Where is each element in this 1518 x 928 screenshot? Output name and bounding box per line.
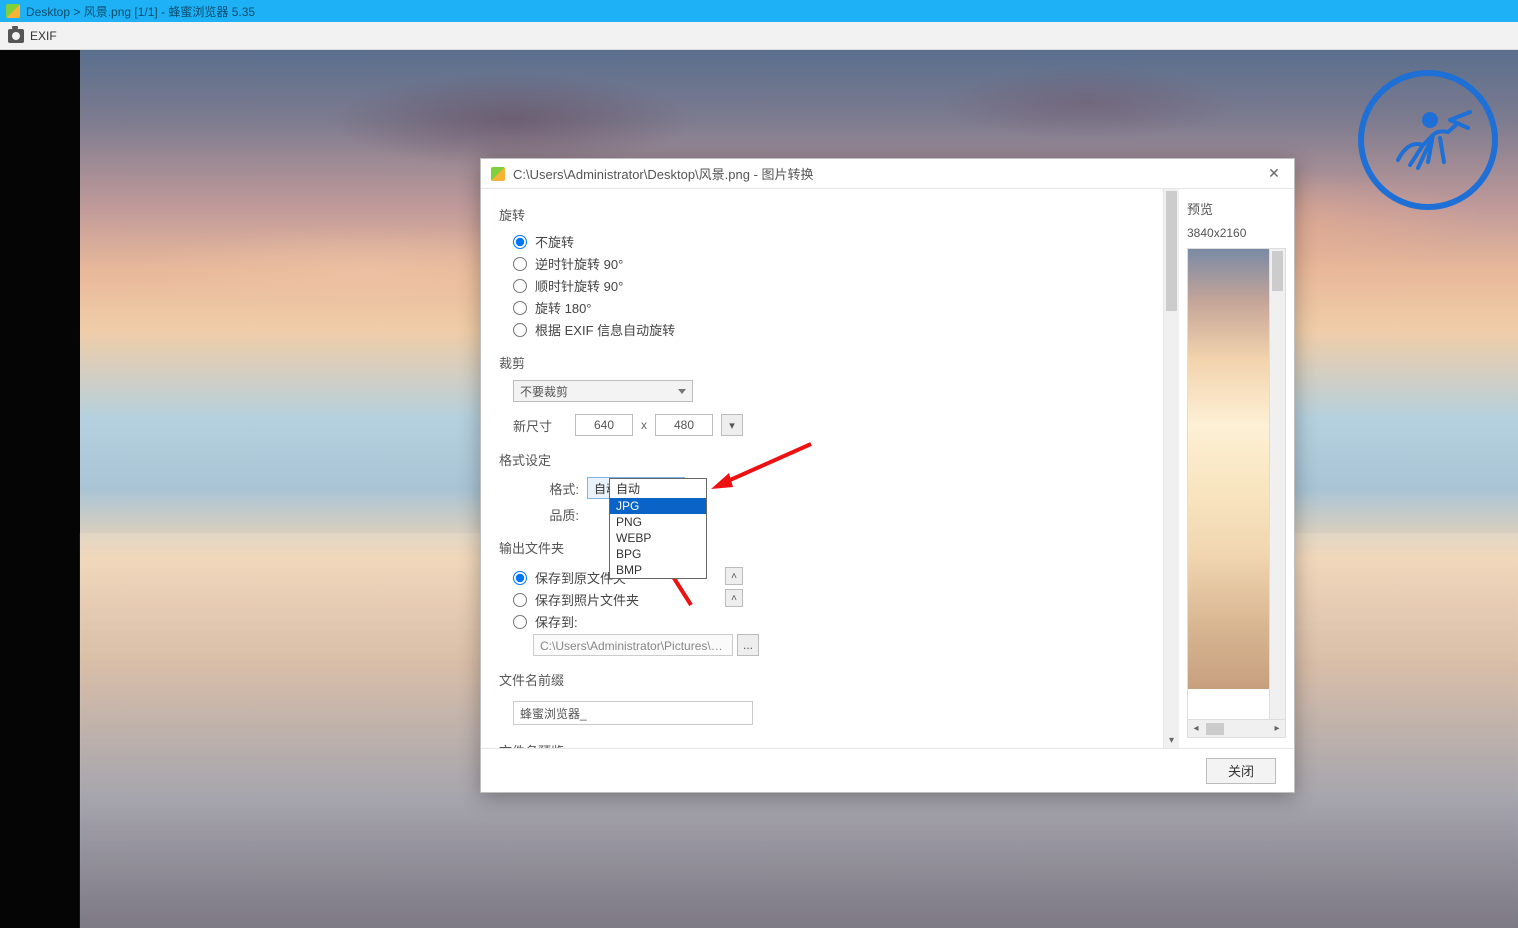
dialog-footer: 关闭 bbox=[481, 748, 1294, 792]
crop-select-value: 不要裁剪 bbox=[520, 383, 568, 400]
rotate-option-ccw90[interactable]: 逆时针旋转 90° bbox=[513, 254, 1151, 273]
output-label-custom: 保存到: bbox=[535, 612, 578, 631]
format-option-bmp[interactable]: BMP bbox=[610, 562, 706, 578]
rotate-option-none[interactable]: 不旋转 bbox=[513, 232, 1151, 251]
move-up-button-2[interactable]: ˄ bbox=[725, 589, 743, 607]
output-reorder-buttons: ˄ ˄ bbox=[725, 567, 743, 607]
rotate-option-cw90[interactable]: 顺时针旋转 90° bbox=[513, 276, 1151, 295]
rotate-label-180: 旋转 180° bbox=[535, 298, 592, 317]
output-path-row: C:\Users\Administrator\Pictures\蜂蜜浏 ... bbox=[533, 634, 1151, 656]
settings-pane: 旋转 不旋转 逆时针旋转 90° 顺时针旋转 90° 旋转 180° 根据 EX… bbox=[481, 189, 1179, 748]
hscroll-thumb[interactable] bbox=[1206, 723, 1224, 735]
preview-pane: 预览 3840x2160 ◂ ▸ bbox=[1179, 189, 1294, 748]
prefix-input[interactable] bbox=[513, 701, 753, 725]
hscroll-left-icon[interactable]: ◂ bbox=[1188, 721, 1204, 737]
dialog-title: C:\Users\Administrator\Desktop\风景.png - … bbox=[513, 164, 1256, 183]
size-separator: x bbox=[641, 418, 647, 432]
radio-ccw90[interactable] bbox=[513, 257, 527, 271]
settings-scrollbar[interactable]: ▾ bbox=[1163, 189, 1179, 748]
convert-dialog: C:\Users\Administrator\Desktop\风景.png - … bbox=[480, 158, 1295, 793]
quality-label: 品质: bbox=[539, 505, 579, 524]
crop-select[interactable]: 不要裁剪 bbox=[513, 380, 693, 402]
move-up-button[interactable]: ˄ bbox=[725, 567, 743, 585]
format-option-bpg[interactable]: BPG bbox=[610, 546, 706, 562]
format-dropdown-list[interactable]: 自动 JPG PNG WEBP BPG BMP bbox=[609, 478, 707, 579]
radio-out-custom[interactable] bbox=[513, 615, 527, 629]
radio-cw90[interactable] bbox=[513, 279, 527, 293]
new-size-label: 新尺寸 bbox=[513, 416, 567, 435]
preview-vscroll-thumb[interactable] bbox=[1272, 251, 1283, 291]
camera-icon[interactable] bbox=[8, 29, 24, 43]
dialog-body: 旋转 不旋转 逆时针旋转 90° 顺时针旋转 90° 旋转 180° 根据 EX… bbox=[481, 189, 1294, 748]
rotate-label-exif: 根据 EXIF 信息自动旋转 bbox=[535, 320, 675, 339]
preview-label: 预览 bbox=[1187, 199, 1286, 218]
hscroll-track[interactable] bbox=[1204, 721, 1269, 737]
app-titlebar: Desktop > 风景.png [1/1] - 蜂蜜浏览器 5.35 bbox=[0, 0, 1518, 22]
format-option-webp[interactable]: WEBP bbox=[610, 530, 706, 546]
preview-hscrollbar[interactable]: ◂ ▸ bbox=[1188, 719, 1285, 737]
prefix-section-title: 文件名前缀 bbox=[499, 670, 1151, 689]
output-option-custom[interactable]: 保存到: bbox=[513, 612, 639, 631]
scrollbar-thumb[interactable] bbox=[1166, 191, 1177, 311]
output-option-photos[interactable]: 保存到照片文件夹 bbox=[513, 590, 639, 609]
new-size-row: 新尺寸 x ▾ bbox=[513, 414, 1151, 436]
output-section-title: 输出文件夹 bbox=[499, 538, 1151, 557]
output-label-photos: 保存到照片文件夹 bbox=[535, 590, 639, 609]
preview-vscrollbar[interactable] bbox=[1269, 249, 1285, 719]
close-button[interactable]: 关闭 bbox=[1206, 758, 1276, 784]
radio-out-photos[interactable] bbox=[513, 593, 527, 607]
filename-preview-title: 文件名预览 bbox=[499, 741, 1151, 748]
format-label: 格式: bbox=[539, 479, 579, 498]
rotate-section-title: 旋转 bbox=[499, 205, 1151, 224]
radio-180[interactable] bbox=[513, 301, 527, 315]
viewport-black-strip bbox=[0, 50, 80, 928]
output-path-input[interactable]: C:\Users\Administrator\Pictures\蜂蜜浏 bbox=[533, 634, 733, 656]
radio-none[interactable] bbox=[513, 235, 527, 249]
scrollbar-down-icon[interactable]: ▾ bbox=[1164, 732, 1179, 748]
exif-button[interactable]: EXIF bbox=[30, 29, 57, 43]
format-section-title: 格式设定 bbox=[499, 450, 1151, 469]
rotate-option-180[interactable]: 旋转 180° bbox=[513, 298, 1151, 317]
app-icon bbox=[6, 4, 20, 18]
radio-out-original[interactable] bbox=[513, 571, 527, 585]
app-title-text: Desktop > 风景.png [1/1] - 蜂蜜浏览器 5.35 bbox=[26, 3, 255, 20]
rotate-label-cw90: 顺时针旋转 90° bbox=[535, 276, 623, 295]
rotate-option-exif[interactable]: 根据 EXIF 信息自动旋转 bbox=[513, 320, 1151, 339]
browse-button[interactable]: ... bbox=[737, 634, 759, 656]
preview-image bbox=[1188, 249, 1270, 689]
preview-dimensions: 3840x2160 bbox=[1187, 226, 1286, 240]
width-input[interactable] bbox=[575, 414, 633, 436]
rotate-label-none: 不旋转 bbox=[535, 232, 574, 251]
height-input[interactable] bbox=[655, 414, 713, 436]
app-toolbar: EXIF bbox=[0, 22, 1518, 50]
dialog-titlebar[interactable]: C:\Users\Administrator\Desktop\风景.png - … bbox=[481, 159, 1294, 189]
hscroll-right-icon[interactable]: ▸ bbox=[1269, 721, 1285, 737]
crop-section-title: 裁剪 bbox=[499, 353, 1151, 372]
format-option-png[interactable]: PNG bbox=[610, 514, 706, 530]
rotate-label-ccw90: 逆时针旋转 90° bbox=[535, 254, 623, 273]
dialog-close-button[interactable]: ✕ bbox=[1264, 164, 1284, 184]
format-option-auto[interactable]: 自动 bbox=[610, 479, 706, 498]
size-dropdown-button[interactable]: ▾ bbox=[721, 414, 743, 436]
radio-exif[interactable] bbox=[513, 323, 527, 337]
dialog-icon bbox=[491, 167, 505, 181]
preview-image-container: ◂ ▸ bbox=[1187, 248, 1286, 738]
format-option-jpg[interactable]: JPG bbox=[610, 498, 706, 514]
watermark-logo bbox=[1358, 70, 1498, 210]
